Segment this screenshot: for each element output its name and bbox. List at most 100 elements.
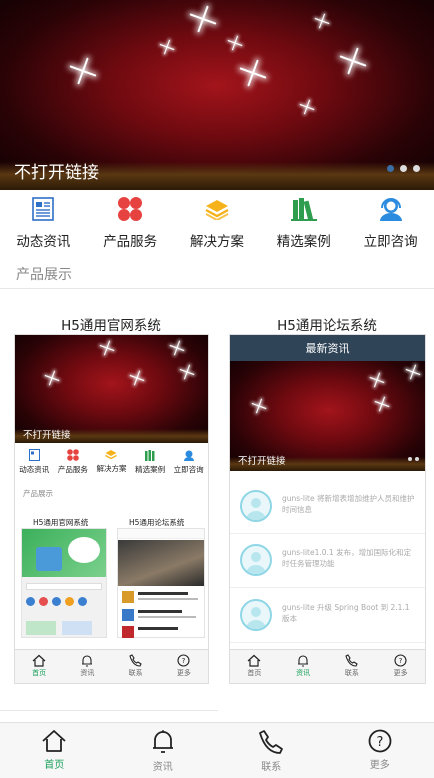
sparkle-decoration [373,376,381,384]
text-line [138,598,198,600]
bell-icon [298,655,309,667]
news-text: guns-lite1.0.1 发布，增加国际化和定时任务管理功能 [282,548,412,569]
solution-stack-icon [105,450,118,460]
help-icon: ? [177,654,190,667]
sparkle-decoration [303,103,311,111]
tab-news[interactable]: 资讯 [109,723,218,778]
preview-section-title: 产品展示 [23,489,53,498]
preview-nav: 动态资讯 产品服务 解决方案 精选案例 立即咨询 [15,449,208,475]
card-divider [0,710,218,711]
preview-banner-caption: 不打开链接 [23,430,71,441]
carousel-dot[interactable] [387,165,394,172]
tab-label: 资讯 [152,762,173,773]
hero-banner[interactable]: 不打开链接 [0,0,434,190]
carousel-dots [387,165,420,172]
avatar [240,599,272,631]
carousel-dot [408,457,412,461]
sparkle-decoration [346,54,360,68]
text-line [138,616,196,618]
sparkle-decoration [196,12,210,26]
tab-label: 首页 [44,760,65,771]
icon-row [26,597,87,606]
preview-product-title: H5通用论坛系统 [129,518,185,527]
thumb-image [62,621,92,635]
tab-contact[interactable]: 联系 [217,723,326,778]
bell-icon [152,730,173,753]
forum-tabs [118,529,204,539]
preview-tab-label: 资讯 [80,669,95,677]
nav-item-cases[interactable]: 精选案例 [260,190,347,252]
preview-tab-label: 首页 [247,669,262,677]
product-preview-website[interactable]: 不打开链接 动态资讯 产品服务 解决方案 精选案例 立即咨询 产品展示 H5通用… [14,334,209,684]
support-agent-icon [183,450,194,461]
sparkle-decoration [378,400,386,408]
dot-icon [26,597,35,606]
carousel-dot[interactable] [400,165,407,172]
preview-tab-home: 首页 [230,650,279,683]
product-service-icon [117,196,143,222]
svg-text:?: ? [182,657,186,665]
text-line [138,627,178,630]
avatar [122,609,134,621]
tab-more[interactable]: ? 更多 [326,723,434,778]
dot-icon [78,597,87,606]
nav-item-consult[interactable]: 立即咨询 [347,190,434,252]
bottom-tabbar: 首页 资讯 联系 ? 更多 [0,722,434,778]
nav-item-product-service[interactable]: 产品服务 [87,190,174,252]
nav-label: 产品服务 [103,234,158,250]
news-icon [28,449,40,461]
search-bar [26,583,102,590]
preview-tab-news: 资讯 [63,650,111,683]
books-icon [145,450,155,461]
preview-tab-label: 首页 [32,669,47,677]
preview-nav-item: 动态资讯 [15,449,54,475]
sparkle-decoration [246,66,260,80]
section-divider [0,288,434,289]
bell-icon [82,655,93,667]
product-preview-forum[interactable]: 最新资讯 不打开链接 guns-lite 将新增表增加维护人员和维护时间信息 g… [229,334,426,684]
news-item: guns-lite1.0.1 发布，增加国际化和定时任务管理功能 [230,534,425,588]
preview-nav-label: 动态资讯 [19,465,50,474]
avatar [122,591,134,603]
carousel-dot[interactable] [413,165,420,172]
sparkle-decoration [173,344,181,352]
home-icon [42,730,66,752]
avatar [240,544,272,576]
nav-label: 立即咨询 [363,234,418,250]
product-title[interactable]: H5通用官网系统 [14,314,208,334]
sparkle-decoration [103,344,111,352]
carousel-dots [408,457,419,461]
preview-tab-more: ? 更多 [160,650,208,683]
preview-nav-label: 精选案例 [135,465,166,474]
news-item: guns-lite 升级 Spring Boot 到 2.1.1 版本 [230,589,425,643]
dot-icon [65,597,74,606]
support-agent-icon [378,196,404,222]
preview-nav-item: 解决方案 [92,449,131,475]
preview-tab-label: 联系 [128,669,143,677]
preview-tab-contact: 联系 [328,650,377,683]
tab-home[interactable]: 首页 [0,723,109,778]
sparkle-decoration [231,39,239,47]
news-icon [30,196,56,222]
preview-tab-label: 更多 [176,669,191,677]
preview-nav-label: 立即咨询 [173,465,204,474]
preview-tab-contact: 联系 [112,650,160,683]
preview-tab-news: 资讯 [279,650,328,683]
phone-icon [259,730,284,754]
wechat-bubble-icon [68,537,100,563]
nav-item-news[interactable]: 动态资讯 [0,190,87,252]
sparkle-decoration [409,368,417,376]
preview-header: 最新资讯 [230,335,425,361]
sparkle-decoration [76,64,90,78]
product-title[interactable]: H5通用论坛系统 [229,314,425,334]
nav-label: 精选案例 [276,234,331,250]
nav-item-solutions[interactable]: 解决方案 [174,190,261,252]
sparkle-decoration [133,374,141,382]
preview-nav-item: 立即咨询 [169,449,208,475]
avatar [240,490,272,522]
home-icon [32,654,46,667]
preview-tab-label: 更多 [393,669,408,677]
books-icon [290,196,317,222]
banner-caption: 不打开链接 [14,163,99,183]
nav-label: 解决方案 [189,234,244,250]
